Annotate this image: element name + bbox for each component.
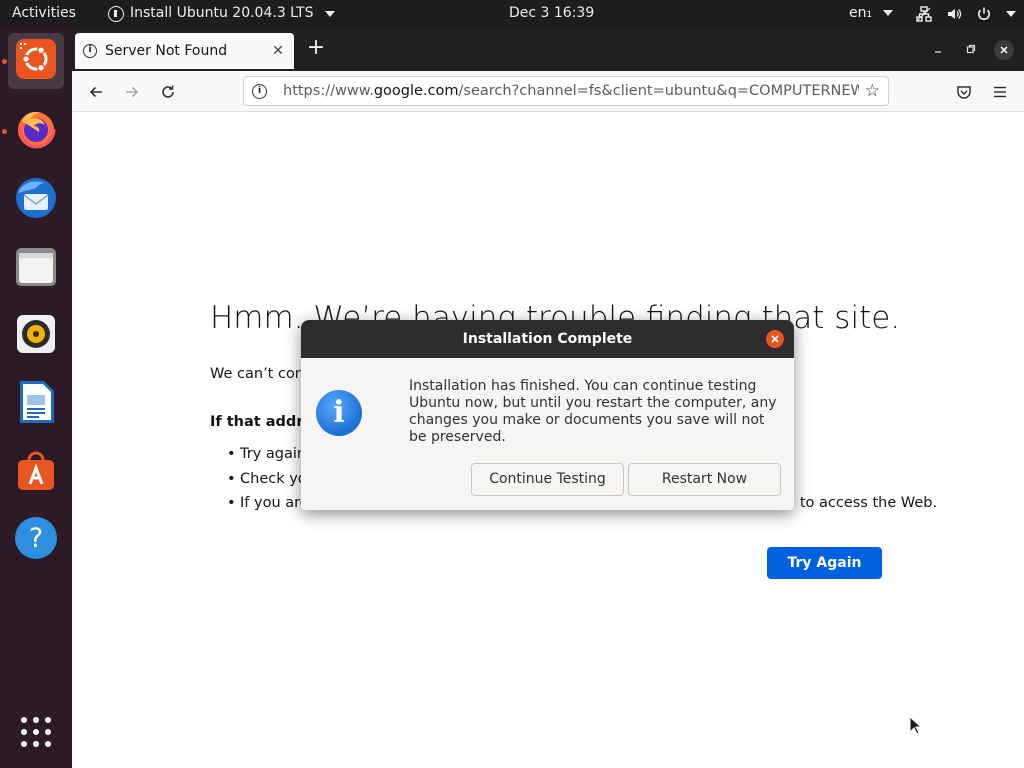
app-menu[interactable]: Install Ubuntu 20.04.3 LTS [108, 0, 336, 27]
bookmark-star-icon[interactable]: ☆ [865, 81, 880, 101]
installer-app-icon [108, 5, 124, 22]
url-path: /search?channel=fs&client=ubuntu&q=COMPU… [458, 83, 859, 99]
back-button[interactable] [84, 80, 108, 104]
dock-rhythmbox[interactable] [8, 308, 64, 364]
language-label: en₁ [849, 5, 873, 21]
dock: ? [0, 27, 72, 768]
top-bar: Activities Install Ubuntu 20.04.3 LTS De… [0, 0, 1024, 27]
running-indicator [2, 59, 7, 64]
arrow-left-icon [89, 86, 102, 98]
minimize-button[interactable] [928, 40, 948, 60]
maximize-button[interactable] [961, 40, 981, 60]
dialog-header: Installation Complete [301, 320, 794, 358]
close-window-button[interactable] [994, 40, 1014, 60]
tab-bar: i Server Not Found ✕ + [72, 27, 1024, 71]
dialog-close-button[interactable] [766, 330, 784, 348]
info-icon: i [316, 390, 362, 436]
volume-icon [946, 6, 962, 22]
minimize-icon [935, 51, 941, 53]
dialog-title: Installation Complete [462, 331, 633, 347]
info-icon: i [83, 44, 97, 58]
new-tab-button[interactable]: + [306, 37, 326, 61]
chevron-down-icon [1006, 10, 1016, 17]
url-prefix: https://www. [283, 83, 374, 99]
url-bar[interactable]: i https://www.google.com/search?channel=… [243, 76, 889, 106]
restart-now-button[interactable]: Restart Now [628, 463, 781, 496]
mouse-cursor-icon [909, 716, 923, 735]
tab-server-not-found[interactable]: i Server Not Found ✕ [75, 33, 294, 69]
power-icon [976, 6, 992, 22]
menu-button[interactable] [988, 80, 1012, 104]
files-icon [14, 244, 58, 292]
pocket-button[interactable] [952, 80, 976, 104]
dock-files[interactable] [8, 240, 64, 296]
dialog-message: Installation has finished. You can conti… [409, 378, 777, 445]
url-text: https://www.google.com/search?channel=fs… [283, 83, 859, 99]
restore-icon [966, 44, 976, 54]
system-tray[interactable] [916, 0, 1016, 27]
activities-button[interactable]: Activities [12, 0, 76, 27]
dock-ubuntu-software[interactable] [8, 444, 64, 500]
reload-icon [162, 85, 174, 98]
close-tab-icon[interactable]: ✕ [270, 43, 286, 59]
clock[interactable]: Dec 3 16:39 [509, 0, 594, 27]
show-applications-button[interactable] [8, 706, 64, 762]
close-icon [1000, 46, 1008, 54]
app-menu-label: Install Ubuntu 20.04.3 LTS [130, 5, 314, 21]
running-indicator [2, 129, 7, 134]
dock-firefox[interactable] [8, 103, 64, 159]
forward-button[interactable] [120, 80, 144, 104]
svg-text:?: ? [29, 523, 43, 554]
pocket-icon [957, 86, 971, 99]
site-info-icon[interactable]: i [252, 83, 267, 99]
dock-thunderbird[interactable] [8, 172, 64, 228]
hamburger-menu-icon [994, 86, 1006, 98]
chevron-down-icon [325, 10, 336, 17]
continue-testing-button[interactable]: Continue Testing [471, 463, 624, 496]
url-host: google.com [373, 83, 459, 99]
language-indicator[interactable]: en₁ [849, 0, 893, 27]
navigation-toolbar: i https://www.google.com/search?channel=… [72, 71, 1024, 112]
try-again-button[interactable]: Try Again [767, 547, 882, 579]
reload-button[interactable] [156, 80, 180, 104]
dock-libreoffice-writer[interactable] [8, 376, 64, 432]
help-icon: ? [13, 515, 59, 565]
chevron-down-icon [882, 10, 893, 16]
app-grid-icon [20, 716, 52, 752]
close-icon [771, 335, 779, 343]
installation-complete-dialog: Installation Complete i Installation has… [301, 320, 794, 510]
thunderbird-icon [13, 175, 59, 225]
ubuntu-installer-icon [14, 37, 58, 85]
arrow-right-icon [126, 86, 139, 98]
network-icon [916, 5, 932, 22]
dock-ubuntu-installer[interactable] [8, 33, 64, 89]
ubuntu-software-icon [14, 448, 58, 496]
dock-help[interactable]: ? [8, 512, 64, 568]
tab-title: Server Not Found [105, 43, 228, 59]
libreoffice-writer-icon [14, 379, 58, 429]
firefox-icon [14, 107, 58, 155]
rhythmbox-icon [14, 312, 58, 360]
